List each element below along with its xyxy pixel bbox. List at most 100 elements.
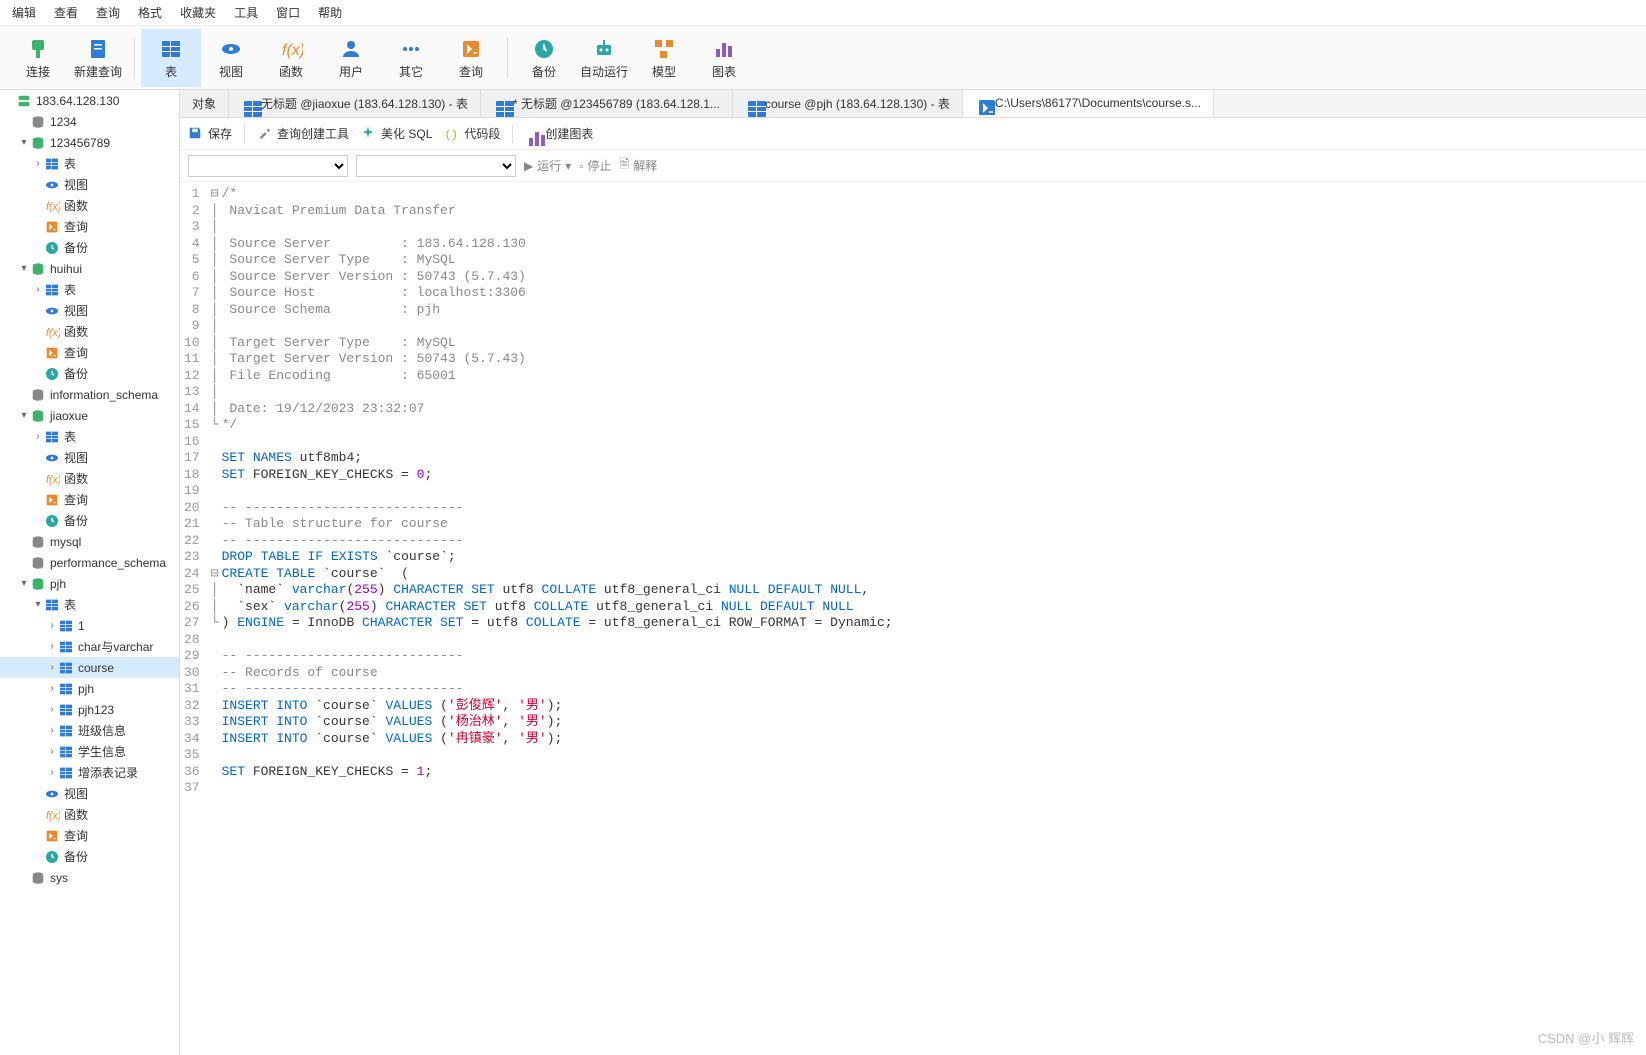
tree-item-19[interactable]: 查询 <box>0 489 179 510</box>
tree-item-1[interactable]: 1234 <box>0 111 179 132</box>
tab-4[interactable]: C:\Users\86177\Documents\course.s... <box>963 90 1214 117</box>
run-bar: ▶ 运行 ▾ ▫ 停止 🗎 解释 <box>180 150 1646 182</box>
tree-item-35[interactable]: 查询 <box>0 825 179 846</box>
tree-item-26[interactable]: ›char与varchar <box>0 636 179 657</box>
plug-icon <box>24 35 52 63</box>
toolbar-model[interactable]: 模型 <box>634 29 694 87</box>
tree-item-21[interactable]: mysql <box>0 531 179 552</box>
tree-item-11[interactable]: f(x)函数 <box>0 321 179 342</box>
toolbar-query[interactable]: 查询 <box>441 29 501 87</box>
tree-item-5[interactable]: f(x)函数 <box>0 195 179 216</box>
tab-2[interactable]: * 无标题 @123456789 (183.64.128.1... <box>481 90 733 117</box>
menu-0[interactable]: 编辑 <box>12 4 36 21</box>
tab-3[interactable]: course @pjh (183.64.128.130) - 表 <box>733 90 963 117</box>
robot-icon <box>590 35 618 63</box>
tree-item-29[interactable]: ›pjh123 <box>0 699 179 720</box>
ribbon-menu: 编辑 查看 查询 格式 收藏夹 工具 窗口 帮助 <box>0 0 1646 26</box>
toolbar-user[interactable]: 用户 <box>321 29 381 87</box>
toolbar-doc[interactable]: 新建查询 <box>68 29 128 87</box>
backup-icon <box>44 240 60 256</box>
tree-item-36[interactable]: 备份 <box>0 846 179 867</box>
menu-1[interactable]: 查看 <box>54 4 78 21</box>
doc-icon <box>84 35 112 63</box>
tree-item-16[interactable]: ›表 <box>0 426 179 447</box>
tree-item-20[interactable]: 备份 <box>0 510 179 531</box>
tree-item-15[interactable]: ▾jiaoxue <box>0 405 179 426</box>
sub-brace[interactable]: ( )代码段 <box>444 125 500 142</box>
tree-item-14[interactable]: information_schema <box>0 384 179 405</box>
tree-item-37[interactable]: sys <box>0 867 179 888</box>
tree-item-33[interactable]: 视图 <box>0 783 179 804</box>
toolbar-view[interactable]: 视图 <box>201 29 261 87</box>
tree-item-6[interactable]: 查询 <box>0 216 179 237</box>
sub-spark[interactable]: 美化 SQL <box>361 125 432 142</box>
table-icon <box>44 597 60 613</box>
menu-7[interactable]: 帮助 <box>318 4 342 21</box>
tree-item-12[interactable]: 查询 <box>0 342 179 363</box>
toolbar-fx[interactable]: f(x)函数 <box>261 29 321 87</box>
menu-6[interactable]: 窗口 <box>276 4 300 21</box>
db-icon <box>30 576 46 592</box>
tree-item-17[interactable]: 视图 <box>0 447 179 468</box>
tree-item-31[interactable]: ›学生信息 <box>0 741 179 762</box>
query-icon <box>44 492 60 508</box>
user-icon <box>337 35 365 63</box>
toolbar-table[interactable]: 表 <box>141 29 201 87</box>
tree-item-27[interactable]: ›course <box>0 657 179 678</box>
tree-item-32[interactable]: ›增添表记录 <box>0 762 179 783</box>
toolbar-chart[interactable]: 图表 <box>694 29 754 87</box>
schema-select[interactable] <box>356 155 516 177</box>
db-icon <box>30 387 46 403</box>
sub-tool[interactable]: 查询创建工具 <box>257 125 349 142</box>
db-icon <box>30 261 46 277</box>
tree-item-10[interactable]: 视图 <box>0 300 179 321</box>
tab-0[interactable]: 对象 <box>180 90 229 117</box>
toolbar-plug[interactable]: 连接 <box>8 29 68 87</box>
tree-arrow-icon: › <box>46 662 58 673</box>
connection-select[interactable] <box>188 155 348 177</box>
toolbar-dots[interactable]: 其它 <box>381 29 441 87</box>
tree-item-2[interactable]: ▾123456789 <box>0 132 179 153</box>
sql-editor[interactable]: 1234567891011121314151617181920212223242… <box>180 182 1646 1055</box>
explain-button[interactable]: 🗎 解释 <box>620 155 658 176</box>
backup-icon <box>530 35 558 63</box>
chart-icon <box>525 126 541 142</box>
sub-chart[interactable]: 创建图表 <box>525 125 593 142</box>
tree-item-24[interactable]: ▾表 <box>0 594 179 615</box>
tree-item-25[interactable]: ›1 <box>0 615 179 636</box>
tab-1[interactable]: 无标题 @jiaoxue (183.64.128.130) - 表 <box>229 90 481 117</box>
tree-item-9[interactable]: ›表 <box>0 279 179 300</box>
table-icon <box>58 639 74 655</box>
sub-save[interactable]: 保存 <box>188 125 232 142</box>
tab-bar: 对象无标题 @jiaoxue (183.64.128.130) - 表* 无标题… <box>180 90 1646 118</box>
tree-item-7[interactable]: 备份 <box>0 237 179 258</box>
tree-item-34[interactable]: f(x)函数 <box>0 804 179 825</box>
run-button[interactable]: ▶ 运行 ▾ <box>524 157 571 174</box>
tree-item-3[interactable]: ›表 <box>0 153 179 174</box>
fx-icon: f(x) <box>44 198 60 214</box>
view-icon <box>44 177 60 193</box>
table-icon <box>745 97 759 111</box>
brace-icon: ( ) <box>444 126 460 142</box>
menu-4[interactable]: 收藏夹 <box>180 4 216 21</box>
tree-item-8[interactable]: ▾huihui <box>0 258 179 279</box>
menu-2[interactable]: 查询 <box>96 4 120 21</box>
svg-text:f(x): f(x) <box>46 201 60 213</box>
tree-item-13[interactable]: 备份 <box>0 363 179 384</box>
menu-3[interactable]: 格式 <box>138 4 162 21</box>
tree-item-18[interactable]: f(x)函数 <box>0 468 179 489</box>
toolbar-robot[interactable]: 自动运行 <box>574 29 634 87</box>
tree-item-0[interactable]: 183.64.128.130 <box>0 90 179 111</box>
menu-5[interactable]: 工具 <box>234 4 258 21</box>
server-icon <box>16 93 32 109</box>
tree-item-4[interactable]: 视图 <box>0 174 179 195</box>
svg-text:f(x): f(x) <box>46 810 60 822</box>
tree-item-30[interactable]: ›班级信息 <box>0 720 179 741</box>
tree-item-23[interactable]: ▾pjh <box>0 573 179 594</box>
tree-item-28[interactable]: ›pjh <box>0 678 179 699</box>
tree-item-22[interactable]: performance_schema <box>0 552 179 573</box>
svg-text:f(x): f(x) <box>282 42 303 59</box>
spark-icon <box>361 126 377 142</box>
toolbar-backup[interactable]: 备份 <box>514 29 574 87</box>
stop-button[interactable]: ▫ 停止 <box>579 157 611 174</box>
